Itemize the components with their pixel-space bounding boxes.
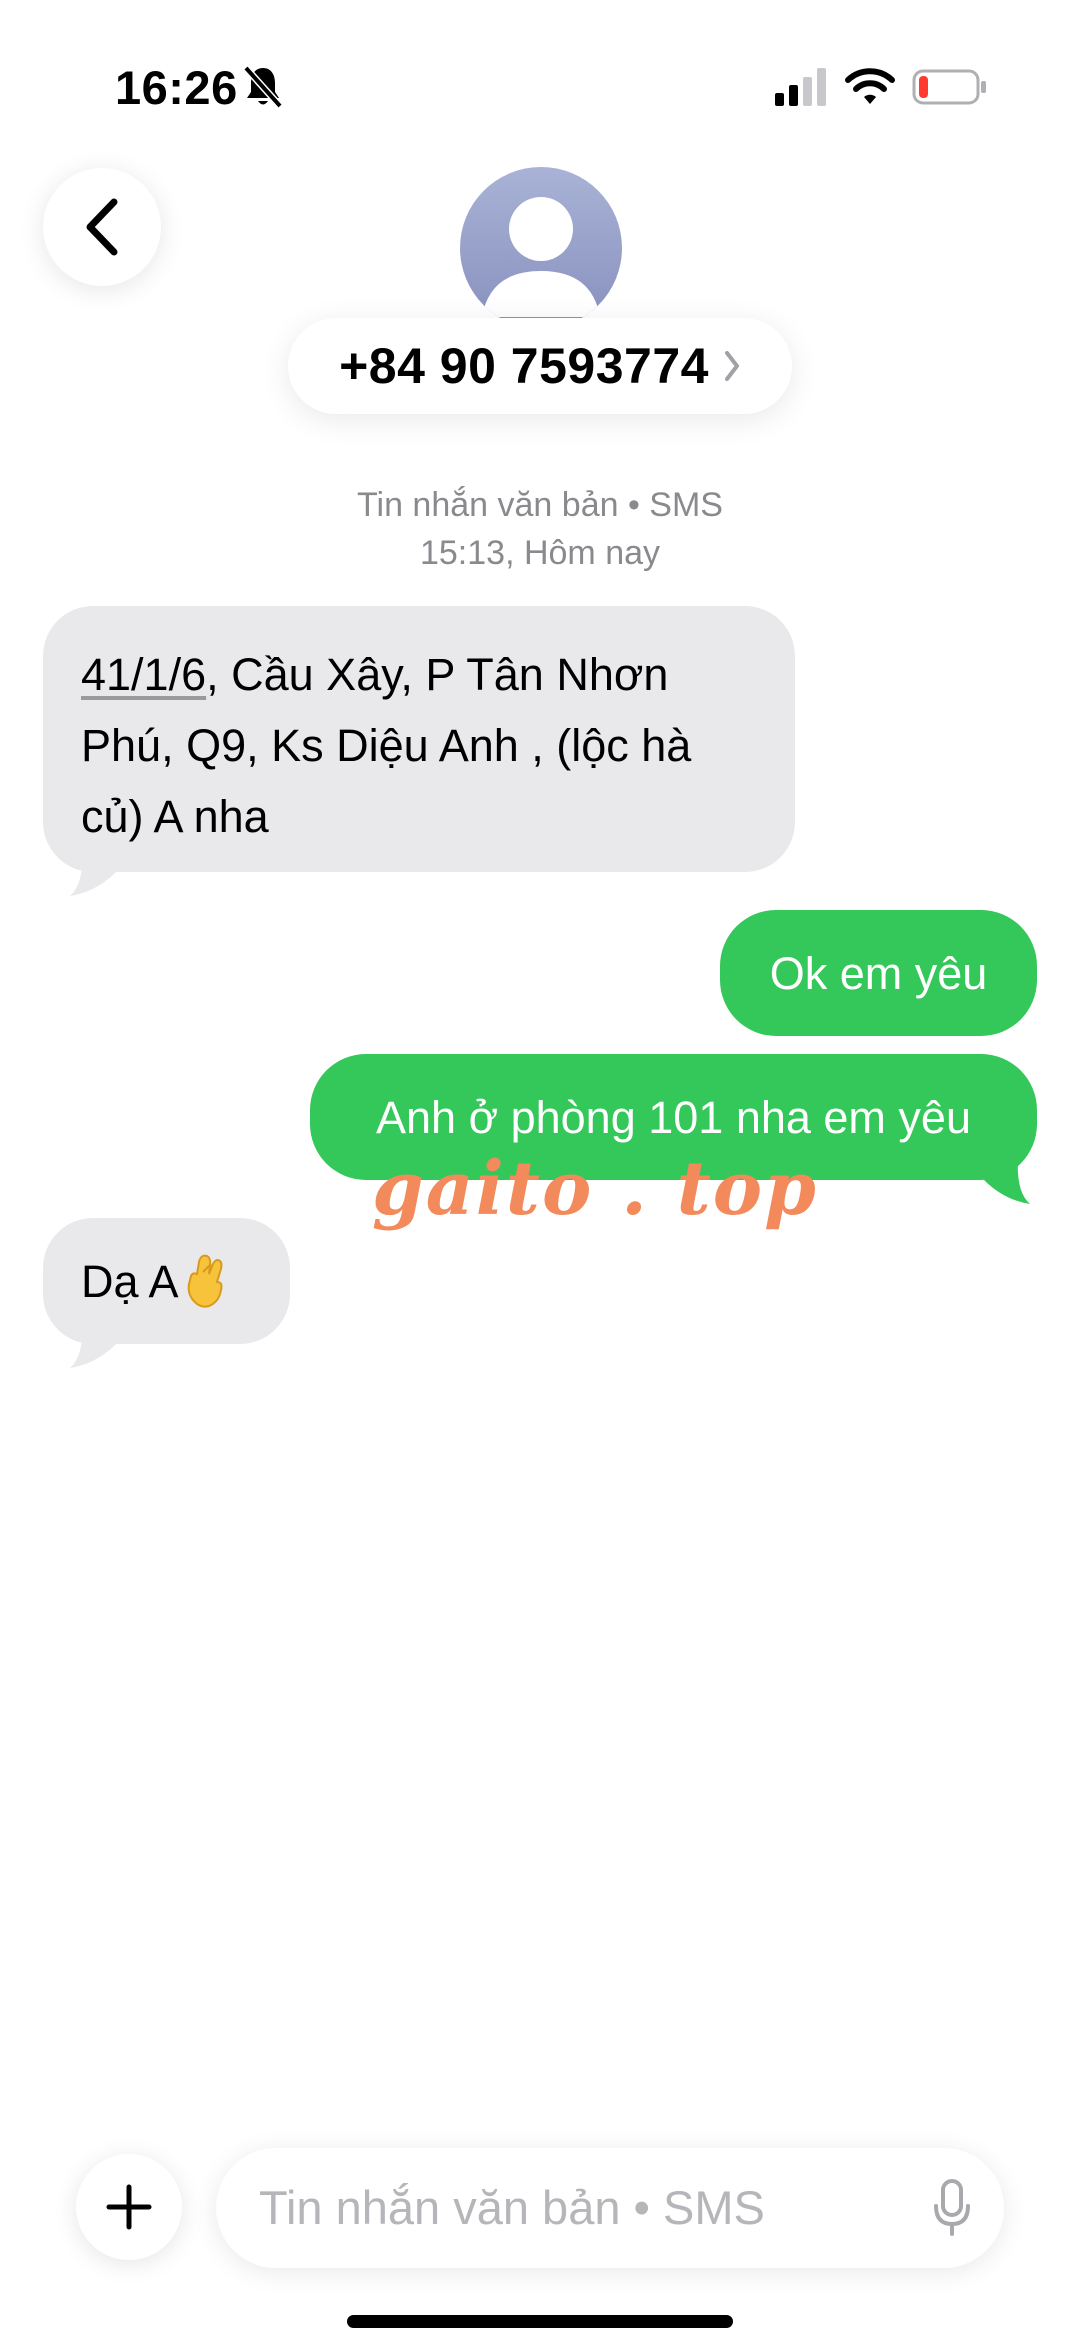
cellular-signal-icon: [775, 68, 826, 106]
message-line: củ) A nha: [81, 791, 269, 842]
chevron-right-icon: [724, 351, 739, 381]
message-line: Phú, Q9, Ks Diệu Anh , (lộc hà: [81, 720, 692, 771]
message-text: , Cầu Xây, P Tân Nhơn: [206, 649, 669, 700]
bell-slash-icon: [243, 65, 283, 109]
person-icon: [482, 197, 600, 317]
battery-low-icon: [912, 69, 986, 105]
message-text: Dạ A: [81, 1255, 179, 1307]
crossed-fingers-emoji: [187, 1254, 223, 1308]
address-link[interactable]: 41/1/6: [81, 649, 206, 700]
contact-avatar[interactable]: [460, 167, 622, 329]
incoming-message-bubble[interactable]: 41/1/6, Cầu Xây, P Tân Nhơn Phú, Q9, Ks …: [43, 606, 795, 872]
outgoing-message-bubble[interactable]: Ok em yêu: [720, 910, 1037, 1036]
input-placeholder: Tin nhắn văn bản • SMS: [259, 2181, 765, 2234]
back-button[interactable]: [43, 168, 161, 286]
message-text: Anh ở phòng 101 nha em yêu: [376, 1091, 971, 1143]
bubble-tail: [70, 850, 116, 896]
microphone-icon[interactable]: [932, 2178, 972, 2238]
status-time: 16:26: [115, 61, 238, 114]
watermark: gaito . top: [372, 1146, 818, 1232]
message-line: 41/1/6, Cầu Xây, P Tân Nhơn: [81, 639, 757, 710]
plus-icon: [106, 2184, 152, 2230]
bubble-tail: [984, 1158, 1030, 1204]
add-attachment-button[interactable]: [76, 2154, 182, 2260]
conversation-timestamp: 15:13, Hôm nay: [419, 534, 661, 572]
message-text: Ok em yêu: [769, 947, 988, 999]
wifi-icon: [845, 68, 895, 104]
bubble-tail: [70, 1322, 116, 1368]
home-indicator[interactable]: [347, 2315, 733, 2328]
message-input[interactable]: Tin nhắn văn bản • SMS: [216, 2148, 1004, 2268]
conversation-type-label: Tin nhắn văn bản • SMS: [357, 486, 723, 524]
contact-name-button[interactable]: +84 90 7593774: [288, 318, 792, 414]
chevron-left-icon: [86, 198, 118, 256]
contact-name: +84 90 7593774: [339, 338, 709, 394]
